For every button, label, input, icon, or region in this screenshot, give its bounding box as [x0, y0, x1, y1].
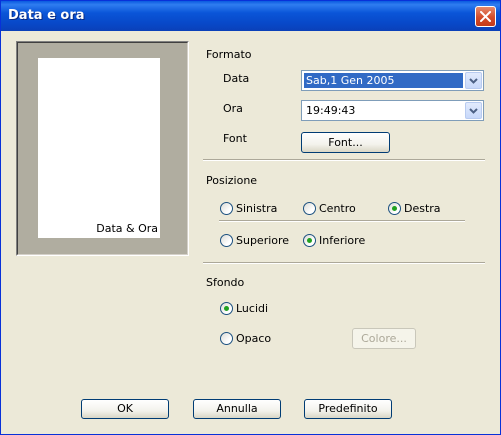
- radio-transparent-label: Lucidi: [236, 302, 269, 315]
- close-button[interactable]: [475, 6, 496, 27]
- radio-opaque-indicator: [220, 332, 233, 345]
- font-button[interactable]: Font...: [301, 132, 390, 153]
- radio-right-indicator: [388, 202, 401, 215]
- position-heading: Posizione: [206, 174, 258, 187]
- close-icon: [480, 11, 491, 22]
- preview-page: Data & Ora: [38, 58, 160, 238]
- radio-bottom-label: Inferiore: [319, 234, 366, 247]
- radio-left-indicator: [220, 202, 233, 215]
- radio-left-label: Sinistra: [236, 202, 278, 215]
- radio-transparent-indicator: [220, 302, 233, 315]
- cancel-button[interactable]: Annulla: [193, 399, 281, 419]
- divider: [219, 220, 465, 222]
- radio-opaque-label: Opaco: [236, 332, 272, 345]
- format-heading: Formato: [206, 48, 252, 61]
- divider: [203, 262, 485, 264]
- default-button[interactable]: Predefinito: [304, 399, 392, 419]
- preview-label: Data & Ora: [96, 222, 158, 235]
- background-heading: Sfondo: [206, 276, 245, 289]
- date-dropdown-button[interactable]: [465, 72, 482, 89]
- date-label: Data: [223, 72, 250, 85]
- radio-center-label: Centro: [319, 202, 356, 215]
- window-title: Data e ora: [8, 8, 85, 23]
- chevron-down-icon: [469, 78, 478, 84]
- radio-center-indicator: [303, 202, 316, 215]
- font-label: Font: [223, 132, 247, 145]
- date-time-dialog: Data e ora Data & Ora Formato Data Sab,1…: [0, 0, 501, 435]
- date-select[interactable]: Sab,1 Gen 2005: [301, 70, 484, 91]
- date-select-value: Sab,1 Gen 2005: [304, 73, 463, 88]
- color-button[interactable]: Colore...: [352, 328, 416, 349]
- radio-right-label: Destra: [404, 202, 441, 215]
- time-select[interactable]: 19:49:43: [301, 100, 484, 121]
- preview-panel: Data & Ora: [16, 41, 189, 256]
- time-select-value: 19:49:43: [306, 104, 356, 117]
- title-bar: Data e ora: [1, 1, 500, 31]
- time-dropdown-button[interactable]: [465, 102, 482, 119]
- radio-top-indicator: [220, 234, 233, 247]
- radio-bottom-indicator: [303, 234, 316, 247]
- ok-button[interactable]: OK: [81, 399, 169, 419]
- divider: [203, 159, 485, 161]
- radio-top-label: Superiore: [236, 234, 290, 247]
- chevron-down-icon: [469, 108, 478, 114]
- time-label: Ora: [223, 102, 243, 115]
